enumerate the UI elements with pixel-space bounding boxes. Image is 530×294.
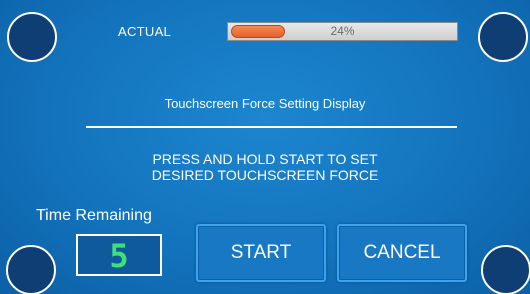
force-progress-bar: 24% (227, 22, 458, 41)
title-divider (86, 126, 457, 128)
corner-target-bottom-right[interactable] (481, 245, 530, 294)
force-setting-screen: ACTUAL 24% Touchscreen Force Setting Dis… (0, 0, 530, 294)
corner-target-top-right[interactable] (478, 12, 528, 62)
page-title: Touchscreen Force Setting Display (164, 96, 366, 111)
actual-label: ACTUAL (118, 24, 172, 39)
time-remaining-value: 5 (109, 237, 129, 275)
time-remaining-display: 5 (76, 234, 162, 276)
corner-target-top-left[interactable] (7, 12, 57, 62)
cancel-button[interactable]: CANCEL (337, 224, 467, 282)
instruction-line-2: DESIRED TOUCHSCREEN FORCE (151, 167, 379, 183)
force-progress-percent: 24% (330, 24, 355, 38)
time-remaining-label: Time Remaining (36, 207, 152, 224)
start-button[interactable]: START (196, 224, 326, 282)
corner-target-bottom-left[interactable] (6, 245, 56, 294)
instruction-line-1: PRESS AND HOLD START TO SET (152, 151, 378, 167)
